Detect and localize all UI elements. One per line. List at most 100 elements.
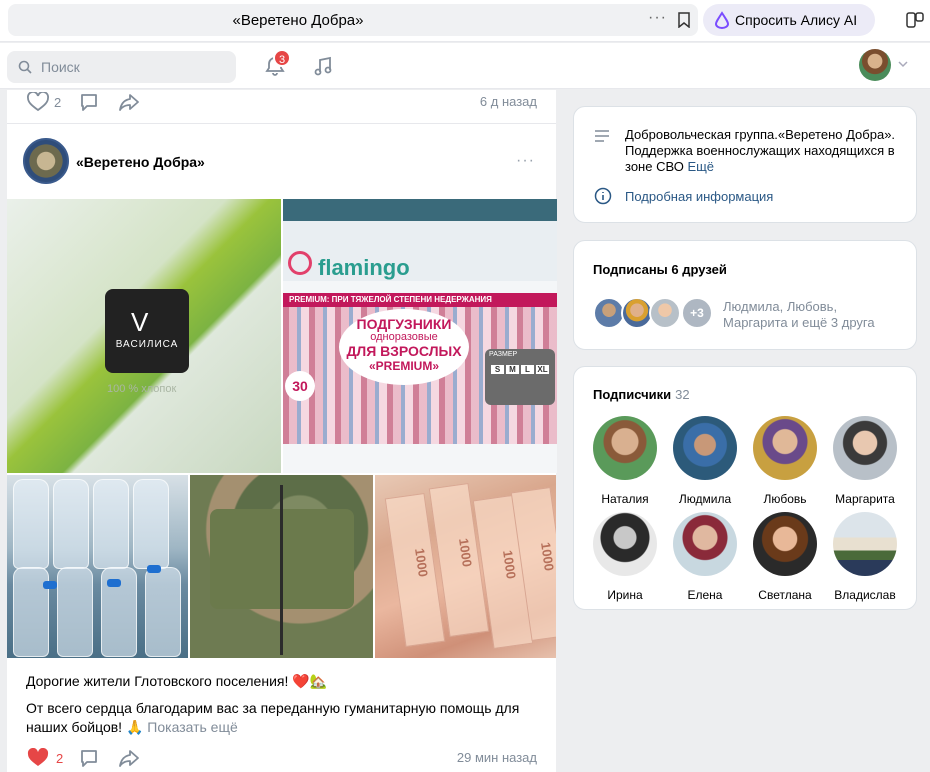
- photo-camo-jacket[interactable]: [190, 475, 373, 658]
- post-time: 6 д назад: [479, 94, 537, 109]
- subscriber-name: Наталия: [601, 492, 649, 506]
- chevron-down-icon[interactable]: [898, 61, 908, 68]
- subscriber-item[interactable]: Владислав: [825, 512, 905, 602]
- size-s: S: [491, 365, 504, 374]
- detailed-info-link[interactable]: Подробная информация: [625, 189, 773, 204]
- flamingo-text: flamingo: [318, 255, 410, 280]
- flamingo-logo-icon: [288, 251, 312, 275]
- jacket-zip: [280, 485, 283, 655]
- photo-water-bottles[interactable]: [7, 475, 188, 658]
- description-more-link[interactable]: Ещё: [687, 159, 714, 174]
- share-icon: [119, 94, 139, 111]
- friend-avatar[interactable]: [649, 297, 681, 329]
- friends-title[interactable]: Подписаны 6 друзей: [593, 262, 727, 277]
- bottle: [145, 567, 181, 657]
- group-description: Добровольческая группа.«Веретено Добра».…: [625, 127, 910, 175]
- browser-toolbar: «Веретено Добра» ··· Спросить Алису AI: [0, 0, 930, 42]
- post-text-line1: Дорогие жители Глотовского поселения! ❤️…: [26, 673, 328, 689]
- subscriber-item[interactable]: Светлана: [745, 512, 825, 602]
- search-box[interactable]: [7, 51, 236, 83]
- like-count: 2: [56, 750, 64, 766]
- subscriber-name: Людмила: [678, 492, 732, 506]
- more-icon[interactable]: ···: [648, 9, 667, 27]
- photo-diapers[interactable]: flamingo PREMIUM: ПРИ ТЯЖЕЛОЙ СТЕПЕНИ НЕ…: [283, 199, 557, 473]
- subscriber-avatar: [673, 512, 737, 576]
- post-divider: [7, 123, 556, 124]
- brand-text: ВАСИЛИСА: [115, 339, 179, 350]
- size-m: M: [506, 365, 519, 374]
- address-bar[interactable]: «Веретено Добра» ···: [8, 4, 698, 36]
- prev-post-actions: 2 6 д назад: [7, 90, 556, 114]
- bottle-cap: [147, 565, 161, 573]
- post-header: «Веретено Добра» ···: [7, 138, 556, 188]
- subscribers-title[interactable]: Подписчики 32: [593, 387, 690, 402]
- subscriber-item[interactable]: Елена: [665, 512, 745, 602]
- group-avatar[interactable]: [23, 138, 69, 184]
- group-name-link[interactable]: «Веретено Добра»: [76, 154, 205, 170]
- subscriber-avatar: [593, 416, 657, 480]
- subscriber-avatar: [753, 512, 817, 576]
- cotton-text: 100 % хлопок: [107, 383, 177, 395]
- show-more-link[interactable]: Показать ещё: [147, 719, 238, 735]
- site-header: 3: [0, 43, 930, 89]
- subscriber-avatar: [833, 416, 897, 480]
- comment-button[interactable]: [79, 748, 99, 768]
- comment-icon: [81, 750, 97, 767]
- search-input[interactable]: [41, 57, 221, 77]
- heart-icon: [27, 92, 49, 112]
- subscriber-avatar: [833, 512, 897, 576]
- pack-line2: одноразовые: [370, 331, 438, 343]
- post-time: 29 мин назад: [456, 750, 537, 765]
- pack-count: 30: [285, 371, 315, 401]
- subscriber-item[interactable]: Ирина: [585, 512, 665, 602]
- tab-title: «Веретено Добра»: [232, 12, 364, 29]
- group-about-card: Добровольческая группа.«Веретено Добра».…: [573, 106, 917, 223]
- subscriber-name: Ирина: [607, 588, 643, 602]
- like-count: 2: [54, 94, 62, 110]
- user-avatar[interactable]: [859, 49, 891, 81]
- pack-line1: ПОДГУЗНИКИ: [356, 316, 452, 332]
- post-menu-icon[interactable]: ···: [516, 152, 535, 170]
- subscriber-avatar: [753, 416, 817, 480]
- subscriber-avatar: [593, 512, 657, 576]
- subscribers-label: Подписчики: [593, 387, 672, 402]
- post-text-body: От всего сердца благодарим вас за переда…: [26, 699, 546, 737]
- photo-banknotes[interactable]: 1000 1000 1000 1000: [375, 475, 556, 658]
- bottle: [53, 479, 89, 569]
- pack-line3: ДЛЯ ВЗРОСЛЫХ: [346, 343, 462, 359]
- bottle-cap: [107, 579, 121, 587]
- friends-card: Подписаны 6 друзей +3 Людмила, Любовь, М…: [573, 240, 917, 350]
- music-icon[interactable]: [312, 55, 334, 77]
- search-icon: [18, 60, 32, 74]
- alice-icon: [714, 11, 730, 29]
- share-button[interactable]: [118, 748, 140, 768]
- size-list: S M L XL: [491, 365, 549, 374]
- subscriber-item[interactable]: Маргарита: [825, 416, 905, 506]
- bookmark-icon[interactable]: [678, 12, 690, 28]
- subscriber-item[interactable]: Наталия: [585, 416, 665, 506]
- size-l: L: [521, 365, 534, 374]
- subscriber-item[interactable]: Любовь: [745, 416, 825, 506]
- ask-alice-button[interactable]: Спросить Алису AI: [703, 4, 875, 36]
- bottle: [93, 479, 129, 569]
- friends-names[interactable]: Людмила, Любовь, Маргарита и ещё 3 друга: [723, 299, 903, 331]
- comment-button[interactable]: [79, 92, 99, 112]
- more-friends-badge[interactable]: +3: [681, 297, 713, 329]
- subscriber-name: Елена: [687, 588, 723, 602]
- extensions-icon[interactable]: [905, 10, 925, 30]
- pack-line4: «PREMIUM»: [368, 359, 439, 373]
- subscriber-name: Любовь: [763, 492, 807, 506]
- subscribers-count: 32: [675, 387, 690, 402]
- subscriber-name: Владислав: [834, 588, 896, 602]
- share-button[interactable]: [118, 92, 140, 112]
- subscriber-name: Маргарита: [835, 492, 895, 506]
- heart-filled-icon: [27, 748, 49, 766]
- photo-fabric[interactable]: V ВАСИЛИСА 100 % хлопок: [7, 199, 281, 473]
- post-actions: 2 29 мин назад: [7, 746, 556, 770]
- brand-v-mark: V: [131, 307, 149, 337]
- like-button[interactable]: 2: [27, 748, 63, 768]
- subscriber-item[interactable]: Людмила: [665, 416, 745, 506]
- notifications-badge: 3: [273, 49, 291, 67]
- subscribers-card: Подписчики 32 Наталия Людмила Любовь Марг…: [573, 366, 917, 610]
- like-button[interactable]: 2: [27, 92, 61, 112]
